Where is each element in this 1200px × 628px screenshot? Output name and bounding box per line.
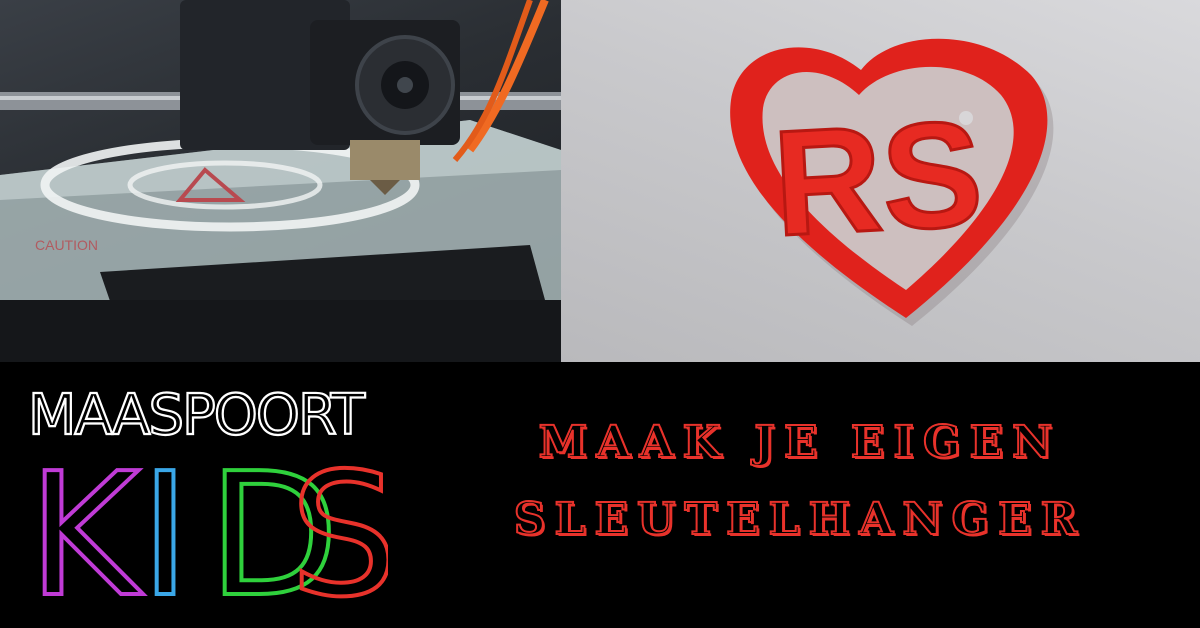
photo-strip: CAUTION RS bbox=[0, 0, 1200, 362]
svg-text:CAUTION: CAUTION bbox=[35, 237, 98, 253]
logo-letter-i: I bbox=[140, 437, 190, 612]
red-heart-keychain-photo: RS bbox=[561, 0, 1200, 362]
logo-letter-s: S bbox=[290, 437, 388, 612]
banner-bottom: MAASPOORT K I D S MAAK JE EIGEN SLEUTELH… bbox=[0, 362, 1200, 628]
headline-line-2: SLEUTELHANGER bbox=[513, 493, 1087, 546]
heart-keychain-illustration: RS bbox=[730, 38, 1054, 326]
headline-line-1: MAAK JE EIGEN bbox=[538, 416, 1062, 469]
keychain-letters: RS bbox=[769, 89, 986, 268]
logo-letter-k: K bbox=[28, 437, 144, 612]
3d-printer-illustration: CAUTION bbox=[0, 0, 561, 362]
maaspoort-kids-logo: MAASPOORT K I D S bbox=[28, 382, 388, 612]
3d-printer-photo: CAUTION bbox=[0, 0, 561, 362]
